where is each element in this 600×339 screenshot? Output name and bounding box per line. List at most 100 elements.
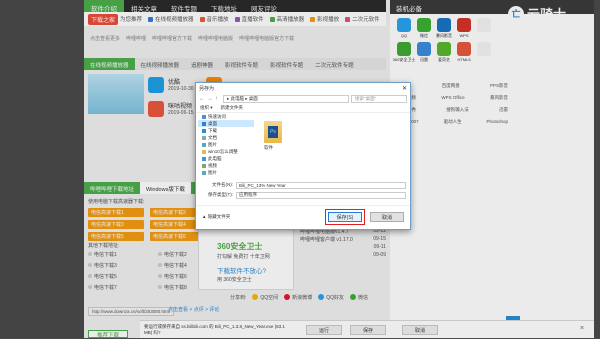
sidebar-link[interactable]: 驱动人生 (444, 116, 462, 128)
search-input[interactable]: 搜索"桌面" (351, 94, 407, 103)
sidebar-link[interactable]: 暴风影音 (490, 92, 508, 104)
tab-drama[interactable]: 追剧神器 (185, 58, 219, 70)
forward-arrow-icon[interactable]: → (207, 96, 213, 102)
cancel-button[interactable]: 取消 (402, 325, 438, 335)
tree-item-folder[interactable]: win10怎么调整 (198, 148, 254, 155)
hide-folders-toggle[interactable]: ▲ 隐藏文件夹 (202, 214, 230, 220)
blank-icon (477, 42, 491, 56)
tree-item-quick-access[interactable]: 快速访问 (198, 113, 254, 120)
app-html5[interactable]: HTML5 (454, 42, 474, 63)
nav-item-topics[interactable]: 软件专题 (164, 0, 204, 13)
share-wechat[interactable]: 微信 (349, 294, 368, 301)
sidebar-link[interactable]: 搜狗输入法 (446, 104, 469, 116)
tab-bilibili-download[interactable]: 哔哩哔哩下载地址 (84, 182, 140, 194)
link-label: 电信下载8 (164, 284, 187, 291)
subnav-item[interactable]: 为您推荐 (120, 15, 142, 23)
app-qq[interactable]: QQ (394, 18, 414, 39)
hot-download-label[interactable]: 推荐下载 (88, 330, 128, 339)
subnav-item[interactable]: 在线视频播放器 (148, 15, 194, 23)
app-xunlei[interactable]: 迅雷 (414, 42, 434, 63)
player-icon (148, 16, 154, 22)
tree-item-desktop[interactable]: 桌面 (198, 120, 254, 127)
app-360[interactable]: 360安全卫士 (393, 42, 415, 63)
tree-item-pictures-2[interactable]: 图片 (198, 169, 254, 176)
tab-movie[interactable]: 影视软件专题 (219, 58, 264, 70)
cancel-button[interactable]: 取消 (370, 212, 404, 222)
bullet-icon (158, 252, 162, 256)
download-button[interactable]: 电信高速下载3 (88, 220, 144, 229)
download-icon (202, 128, 206, 133)
tree-item-documents[interactable]: 文档 (198, 134, 254, 141)
sidebar-link[interactable]: Photoshop (486, 116, 508, 128)
related-link[interactable]: 哔哩哔哩电脑版官方下载 (239, 35, 294, 45)
dialog-title: 另存为 (199, 85, 215, 92)
other-download-link[interactable]: 电信下载1 (88, 250, 152, 258)
app-wps[interactable]: WPS (454, 18, 474, 39)
other-download-link[interactable]: 电信下载5 (88, 272, 152, 280)
sidebar-link[interactable]: WPS Office (441, 92, 464, 104)
tree-label: 此电脑 (208, 155, 222, 161)
recommend-links[interactable]: 点击查看 > 点评 > 评论 (168, 306, 219, 313)
tab-anime[interactable]: 二次元软件专题 (309, 58, 360, 70)
migu-icon (148, 101, 164, 117)
list-item[interactable]: 09-09 (300, 252, 386, 260)
link-label: 电信下载2 (164, 251, 187, 258)
subnav-item[interactable]: 高清播放器 (269, 15, 304, 23)
tree-label: 桌面 (208, 120, 217, 126)
close-icon[interactable]: × (580, 325, 584, 332)
organize-button[interactable]: 组织 ▾ (200, 105, 213, 111)
tab-online-player-2[interactable]: 在线视频播放器 (135, 58, 186, 70)
back-arrow-icon[interactable]: ← (199, 96, 205, 102)
related-link[interactable]: 哔哩哔哩电脑版 (198, 35, 233, 45)
subnav-item[interactable]: 二次元软件 (345, 15, 380, 23)
tree-item-videos[interactable]: 视频 (198, 162, 254, 169)
type-row: 保存类型(T): 应用程序 (200, 191, 406, 199)
download-button[interactable]: 电信高速下载1 (88, 208, 144, 217)
subnav-item[interactable]: 音乐播放 (199, 15, 229, 23)
tree-item-pictures[interactable]: 图片 (198, 141, 254, 148)
nav-item-comments[interactable]: 网友评论 (244, 0, 284, 13)
new-folder-button[interactable]: 新建文件夹 (221, 105, 244, 111)
tab-online-player[interactable]: 在线视频播放器 (84, 58, 135, 70)
nav-item-articles[interactable]: 相关文章 (124, 0, 164, 13)
subnav-item[interactable]: 影视播放 (310, 15, 339, 23)
related-link[interactable]: 哔哩哔哩 (126, 35, 146, 45)
list-item[interactable]: 09-11 (300, 244, 386, 252)
save-button[interactable]: 保存(S) (328, 212, 362, 222)
tab-movie-2[interactable]: 影视软件专题 (264, 58, 309, 70)
related-link[interactable]: 哔哩哔哩官方下载 (152, 35, 192, 45)
tree-item-downloads[interactable]: 下载 (198, 127, 254, 134)
sidebar-link[interactable]: PPS影音 (490, 80, 508, 92)
type-select[interactable]: 应用程序 (236, 191, 406, 199)
close-icon[interactable]: ✕ (402, 85, 407, 92)
other-download-link[interactable]: 电信下载3 (88, 261, 152, 269)
run-button[interactable]: 运行 (306, 325, 342, 335)
xunlei-icon (417, 42, 431, 56)
folder-icon[interactable]: Ps (264, 121, 282, 143)
app-blank (474, 18, 494, 39)
share-qq[interactable]: QQ好友 (318, 294, 344, 301)
up-arrow-icon[interactable]: ↑ (215, 96, 221, 102)
filename-label: 文件名(N): (212, 182, 233, 187)
sidebar-link[interactable]: 百度网盘 (442, 80, 460, 92)
filename-input[interactable]: Bili_PC_13% New Year (236, 181, 406, 189)
share-weibo[interactable]: 新浪微博 (284, 294, 312, 301)
app-wechat[interactable]: 微信 (414, 18, 434, 39)
sidebar-link[interactable]: 迅雷 (499, 104, 508, 116)
ad-360-banner[interactable]: 360安全卫士 打勾解 免费打 十年卫网 下载软件不放心? 用 360安全卫士 (198, 228, 294, 290)
list-item[interactable]: 哔哩哔哩客户端 v1.17.0 09-15 (300, 236, 386, 244)
path-field[interactable]: ▸ 此电脑 ▸ 桌面 (223, 94, 349, 103)
nav-item-download[interactable]: 下载地址 (204, 0, 244, 13)
app-iqiyi[interactable]: 爱奇艺 (434, 42, 454, 63)
download-button[interactable]: 电信高速下载5 (88, 232, 144, 241)
right-sidebar: 装机必备 QQ 微信 暴风影音 WPS 360安全卫士 迅雷 爱奇艺 HTML5… (390, 0, 594, 338)
tree-item-this-pc[interactable]: 此电脑 (198, 155, 254, 162)
featured-banner[interactable] (88, 74, 144, 114)
tab-windows[interactable]: Windows版下载 (140, 182, 191, 194)
nav-item-intro[interactable]: 软件介绍 (84, 0, 124, 13)
share-qzone[interactable]: QQ空间 (252, 294, 278, 301)
other-download-link[interactable]: 电信下载7 (88, 283, 152, 291)
app-baofeng[interactable]: 暴风影音 (434, 18, 454, 39)
subnav-item[interactable]: 直播软件 (234, 15, 264, 23)
save-button[interactable]: 保存 (350, 325, 386, 335)
